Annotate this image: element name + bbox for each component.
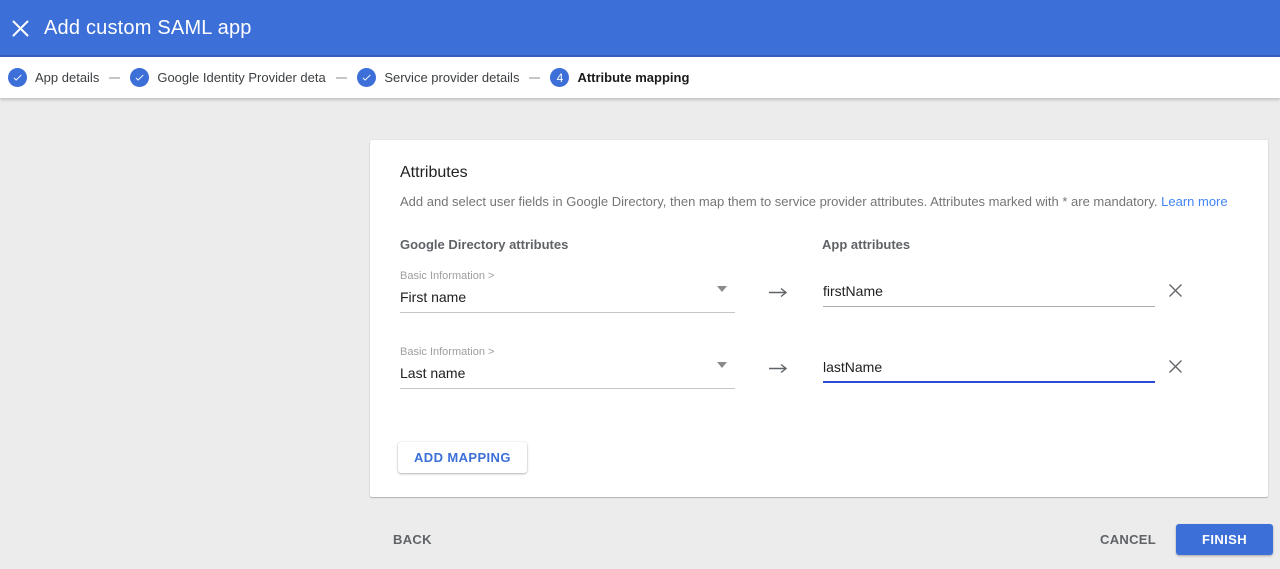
card-title: Attributes — [400, 164, 468, 181]
app-attribute-input[interactable] — [823, 276, 1155, 307]
dialog-footer: BACK CANCEL FINISH — [0, 510, 1280, 569]
attribute-selected-value: Last name — [400, 365, 466, 381]
step-service-provider-details[interactable]: Service provider details — [357, 68, 519, 87]
back-button[interactable]: BACK — [377, 524, 448, 555]
description-text: Add and select user fields in Google Dir… — [400, 194, 1158, 209]
step-label: Google Identity Provider details — [157, 70, 327, 85]
attribute-category-label: Basic Information > — [400, 346, 495, 358]
stepper: App details Google Identity Provider det… — [0, 57, 1280, 98]
attribute-category-label: Basic Information > — [400, 270, 495, 282]
card-description: Add and select user fields in Google Dir… — [400, 194, 1228, 209]
mapping-row: Basic Information > First name — [400, 268, 1238, 328]
dialog-header: Add custom SAML app — [0, 0, 1280, 57]
app-attributes-column-header: App attributes — [822, 237, 911, 252]
close-icon-glyph — [12, 20, 28, 37]
step-complete-check-icon — [8, 68, 27, 87]
step-attribute-mapping[interactable]: 4 Attribute mapping — [550, 68, 689, 87]
step-label: Service provider details — [384, 70, 520, 85]
close-icon[interactable] — [6, 15, 34, 43]
remove-mapping-icon[interactable] — [1162, 277, 1188, 303]
step-separator — [336, 76, 348, 79]
step-separator — [109, 76, 121, 79]
remove-mapping-icon[interactable] — [1162, 353, 1188, 379]
arrow-right-icon — [768, 361, 788, 379]
step-app-details[interactable]: App details — [8, 68, 99, 87]
google-directory-attributes-column-header: Google Directory attributes — [400, 237, 569, 252]
add-custom-saml-app-dialog: Add custom SAML app App details Google I… — [0, 0, 1280, 569]
step-google-identity-provider-details[interactable]: Google Identity Provider details — [130, 68, 326, 87]
dropdown-caret-icon — [717, 362, 727, 368]
dialog-title: Add custom SAML app — [44, 17, 252, 39]
google-directory-attribute-select[interactable]: Basic Information > Last name — [400, 344, 735, 389]
mapping-row: Basic Information > Last name — [400, 344, 1238, 404]
app-attribute-input[interactable] — [823, 352, 1155, 383]
finish-button[interactable]: FINISH — [1176, 524, 1273, 555]
attributes-card: Attributes Add and select user fields in… — [370, 140, 1268, 497]
step-complete-check-icon — [357, 68, 377, 87]
arrow-right-icon — [768, 285, 788, 303]
step-complete-check-icon — [130, 68, 150, 87]
add-mapping-button[interactable]: ADD MAPPING — [398, 442, 527, 473]
learn-more-link[interactable]: Learn more — [1161, 194, 1227, 209]
step-label: Attribute mapping — [577, 70, 690, 85]
cancel-button[interactable]: CANCEL — [1088, 524, 1168, 555]
step-number-badge: 4 — [550, 68, 570, 87]
step-separator — [529, 76, 541, 79]
step-label: App details — [35, 70, 100, 85]
step-number: 4 — [556, 70, 564, 85]
dropdown-caret-icon — [717, 286, 727, 292]
page-background: Attributes Add and select user fields in… — [0, 98, 1280, 569]
google-directory-attribute-select[interactable]: Basic Information > First name — [400, 268, 735, 313]
attribute-selected-value: First name — [400, 289, 467, 305]
